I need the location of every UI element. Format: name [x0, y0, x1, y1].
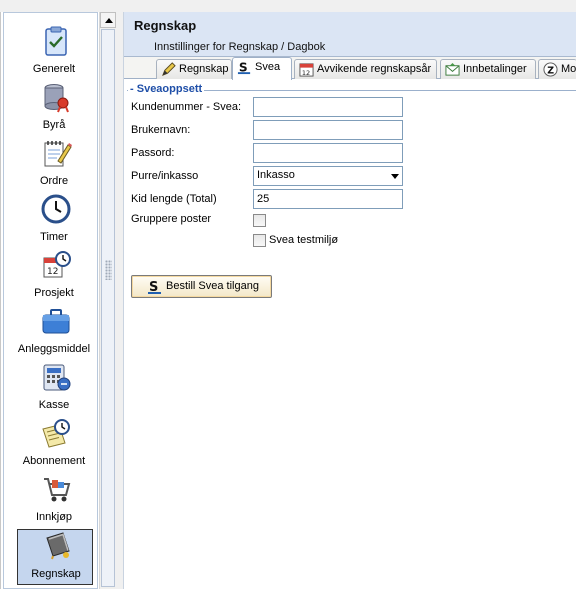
calendar-icon: 12: [299, 63, 314, 77]
sidebar-item-anleggsmiddel[interactable]: Anleggsmiddel: [16, 305, 92, 361]
shopping-cart-icon: [44, 478, 71, 502]
note-clock-icon: [42, 419, 70, 448]
kid-length-input[interactable]: [253, 189, 403, 209]
notepad-pencil-icon: [44, 141, 72, 167]
svea-testmode-checkbox[interactable]: [253, 234, 266, 247]
sidebar-scrollbar[interactable]: [99, 12, 116, 589]
svg-text:12: 12: [47, 267, 58, 277]
reminder-collection-select[interactable]: Inkasso: [253, 166, 403, 186]
svea-testmode-label: Svea testmiljø: [269, 234, 339, 246]
page-title: Regnskap: [134, 18, 197, 33]
ledger-book-icon: [46, 532, 70, 560]
sidebar-item-label: Generelt: [32, 63, 76, 75]
svg-text:Z: Z: [547, 65, 554, 76]
button-label: Bestill Svea tilgang: [166, 280, 259, 292]
tab-label: Svea: [255, 61, 281, 73]
section-title: - Sveaoppsett: [128, 83, 205, 95]
sidebar-item-regnskap[interactable]: Regnskap: [17, 529, 93, 585]
svea-logo-icon: S: [148, 280, 161, 295]
scroll-up-button[interactable]: [100, 12, 116, 28]
grip-icon: [105, 260, 112, 280]
chevron-down-icon: [391, 174, 399, 179]
username-input[interactable]: [253, 120, 403, 140]
sidebar-item-label: Regnskap: [31, 568, 81, 580]
password-input[interactable]: [253, 143, 403, 163]
page-subtitle: Innstillinger for Regnskap / Dagbok: [154, 41, 326, 53]
main-panel: Regnskap Innstillinger for Regnskap / Da…: [123, 12, 576, 589]
order-svea-access-button[interactable]: S Bestill Svea tilgang: [131, 275, 272, 298]
pencil-icon: [162, 62, 176, 76]
sidebar-item-byra[interactable]: Byrå: [16, 81, 92, 137]
tab-strip: Regnskap S Svea 12 Avvikende regnskapsår: [124, 57, 576, 80]
scrollbar-thumb[interactable]: [101, 29, 115, 587]
sidebar-item-abonnement[interactable]: Abonnement: [16, 417, 92, 473]
sidebar-item-label: Anleggsmiddel: [17, 343, 91, 355]
sidebar: Generelt Byrå Ordre Timer 12 Prosjekt An…: [0, 12, 116, 589]
section-title-text: Sveaoppsett: [136, 83, 203, 95]
sidebar-item-label: Innkjøp: [35, 511, 73, 523]
tab-label: Avvikende regnskapsår: [317, 63, 432, 75]
sidebar-item-innkjop[interactable]: Innkjøp: [16, 473, 92, 529]
select-value: Inkasso: [257, 169, 295, 181]
calendar-clock-icon: 12: [43, 251, 71, 278]
sidebar-item-kasse[interactable]: Kasse: [16, 361, 92, 417]
svg-text:12: 12: [302, 69, 310, 77]
tab-label: Mo: [561, 63, 576, 75]
envelope-icon: [445, 62, 460, 76]
sidebar-list: Generelt Byrå Ordre Timer 12 Prosjekt An…: [3, 12, 98, 589]
sidebar-item-label: Kasse: [38, 399, 70, 411]
tab-innbetalinger[interactable]: Innbetalinger: [440, 59, 536, 79]
group-entries-checkbox[interactable]: [253, 214, 266, 227]
password-label: Passord:: [131, 147, 175, 159]
kid-length-label: Kid lengde (Total): [131, 193, 217, 205]
clock-icon: [41, 194, 71, 224]
sidebar-item-timer[interactable]: Timer: [16, 193, 92, 249]
page-header: Regnskap Innstillinger for Regnskap / Da…: [124, 12, 576, 57]
sidebar-item-ordre[interactable]: Ordre: [16, 137, 92, 193]
tab-content-svea: - Sveaoppsett Kundenummer - Svea: Bruker…: [124, 79, 576, 589]
tab-regnskap[interactable]: Regnskap: [156, 59, 232, 79]
username-label: Brukernavn:: [131, 124, 191, 136]
sidebar-item-label: Abonnement: [22, 455, 86, 467]
sidebar-item-label: Ordre: [39, 175, 69, 187]
database-award-icon: [44, 84, 69, 113]
tab-svea[interactable]: S Svea: [232, 57, 292, 80]
svea-logo-icon: S: [237, 60, 251, 74]
svg-text:S: S: [239, 60, 248, 74]
tab-avvikende-regnskapsar[interactable]: 12 Avvikende regnskapsår: [294, 59, 437, 79]
sidebar-item-generelt[interactable]: Generelt: [16, 25, 92, 81]
checklist-icon: [45, 26, 67, 56]
calculator-icon: [43, 364, 71, 391]
tab-mo[interactable]: Z Mo: [538, 59, 576, 79]
reminder-collection-label: Purre/inkasso: [131, 170, 199, 182]
app-window: Generelt Byrå Ordre Timer 12 Prosjekt An…: [0, 0, 576, 589]
sidebar-item-label: Timer: [40, 231, 68, 243]
z-icon: Z: [543, 62, 558, 77]
sidebar-item-label: Prosjekt: [34, 287, 74, 299]
customer-number-input[interactable]: [253, 97, 403, 117]
group-entries-label: Gruppere poster: [131, 213, 212, 225]
tab-label: Regnskap: [179, 63, 229, 75]
sidebar-item-label: Byrå: [42, 119, 66, 131]
customer-number-label: Kundenummer - Svea:: [131, 101, 242, 113]
tab-label: Innbetalinger: [463, 63, 527, 75]
sidebar-item-prosjekt[interactable]: 12 Prosjekt: [16, 249, 92, 305]
briefcase-icon: [42, 309, 70, 334]
